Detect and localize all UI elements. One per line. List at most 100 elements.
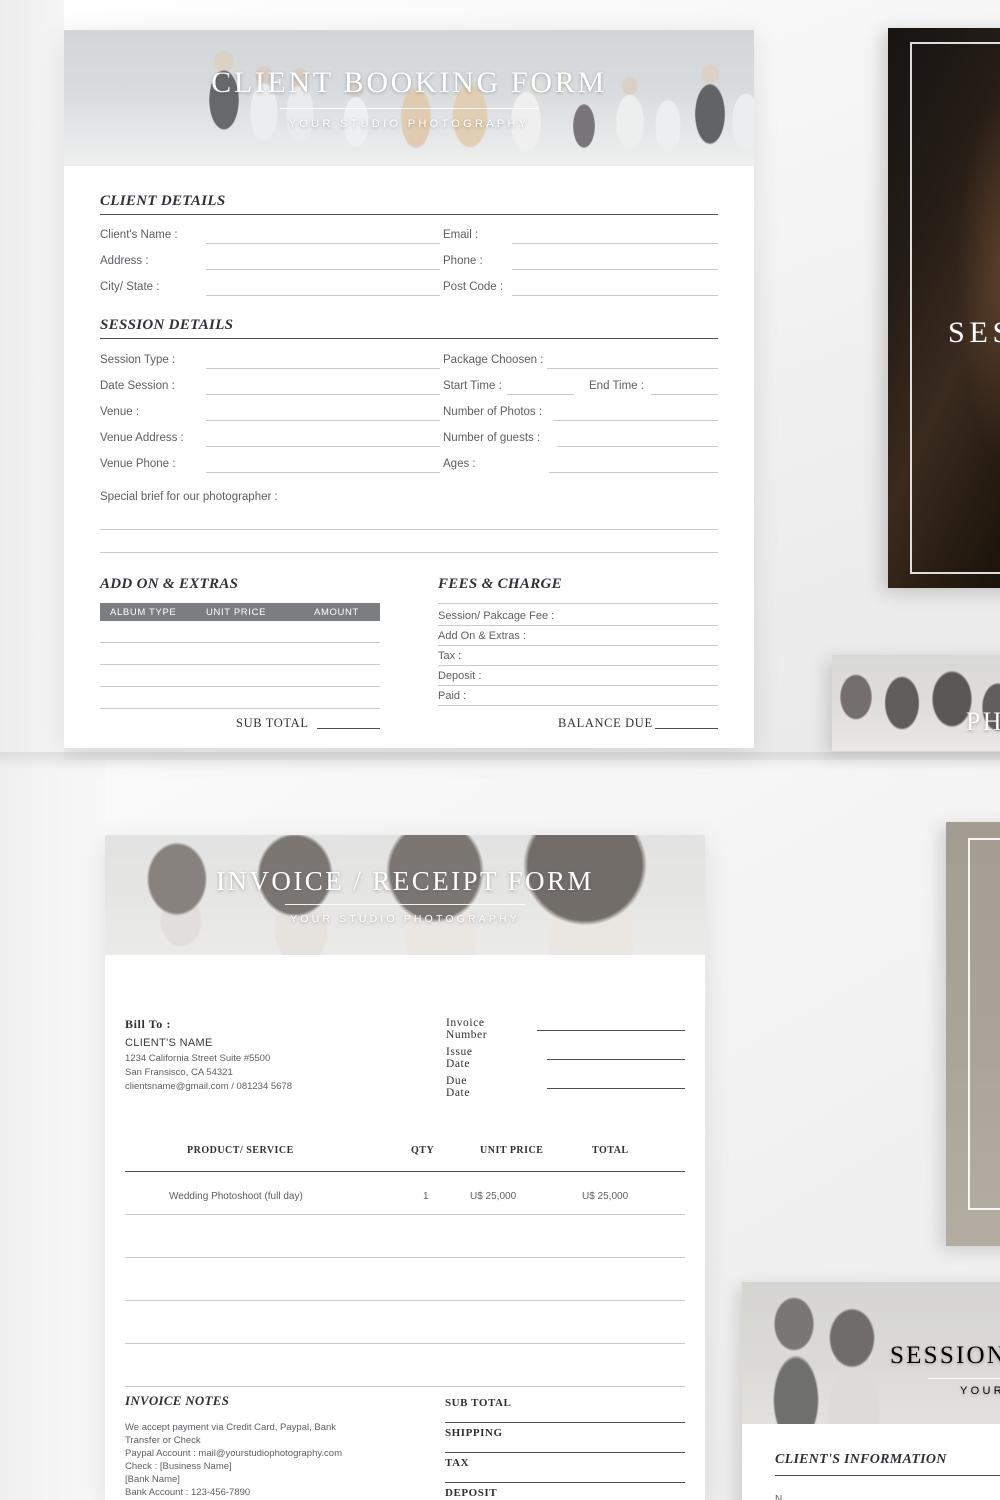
invoice-col-product-service: PRODUCT/ SERVICE: [187, 1145, 294, 1156]
field-number-of-guests-input[interactable]: [557, 446, 718, 447]
fees-balance-due-value[interactable]: [655, 728, 718, 729]
fees-row-paid-line: [438, 705, 718, 706]
invoice-notes-line-3: Paypal Account : mail@yourstudiophotogra…: [125, 1448, 343, 1459]
framed-beige-card[interactable]: [946, 822, 1000, 1246]
booking-form-banner: CLIENT BOOKING FORM YOUR STUDIO PHOTOGRA…: [64, 30, 754, 166]
field-date-session-label: Date Session :: [100, 380, 175, 392]
session-guide-card[interactable]: SESSION G YOUR STU CLIENT'S INFORMATION …: [742, 1282, 1000, 1500]
field-phone-input[interactable]: [512, 269, 718, 270]
field-ages-input[interactable]: [549, 472, 718, 473]
field-venue-input[interactable]: [206, 420, 440, 421]
add-on-row-line-1[interactable]: [100, 642, 380, 643]
add-on-sub-total-value[interactable]: [317, 728, 380, 729]
invoice-receipt-form-sheet[interactable]: INVOICE / RECEIPT FORM YOUR STUDIO PHOTO…: [105, 835, 705, 1500]
fees-row-tax-label: Tax :: [438, 650, 462, 662]
invoice-total-tax[interactable]: TAX: [445, 1453, 685, 1483]
table-row[interactable]: Wedding Photoshoot (full day) 1 U$ 25,00…: [125, 1172, 685, 1214]
bill-to-heading: Bill To :: [125, 1017, 172, 1031]
add-on-row-line-2[interactable]: [100, 664, 380, 665]
field-issue-date-input[interactable]: [547, 1059, 685, 1060]
fees-row-add-on-label: Add On & Extras :: [438, 630, 527, 642]
invoice-total-shipping-label: SHIPPING: [445, 1427, 503, 1439]
field-post-code-label: Post Code :: [443, 281, 504, 293]
booking-form-title-rule: [280, 108, 538, 109]
background-left-gutter-lower: [0, 760, 105, 1500]
field-package-choosen-label: Package Choosen :: [443, 354, 544, 366]
session-guide-banner-text: SESSION G YOUR STU: [890, 1342, 1000, 1397]
fees-row-tax[interactable]: Tax :: [438, 646, 718, 666]
fees-row-add-on[interactable]: Add On & Extras :: [438, 626, 718, 646]
field-special-brief-line-2[interactable]: [100, 552, 718, 553]
bill-to-address-line-1: 1234 California Street Suite #5500: [125, 1053, 271, 1064]
bill-to-address-line-2: San Fransisco, CA 54321: [125, 1067, 233, 1078]
bill-to-block: Bill To : CLIENT'S NAME 1234 California …: [125, 1017, 292, 1092]
fees-row-paid[interactable]: Paid :: [438, 686, 718, 706]
field-invoice-number-input[interactable]: [537, 1030, 685, 1031]
field-package-choosen-input[interactable]: [547, 368, 718, 369]
invoice-total-sub-total[interactable]: SUB TOTAL: [445, 1393, 685, 1423]
session-dark-card[interactable]: SESSION: [888, 28, 1000, 588]
add-on-col-amount: AMOUNT: [314, 606, 360, 618]
field-number-of-photos-input[interactable]: [553, 420, 718, 421]
session-details-heading: SESSION DETAILS: [100, 317, 234, 333]
invoice-notes-line-6: Bank Account : 123-456-7890: [125, 1487, 251, 1498]
field-client-name-label: Client's Name :: [100, 229, 178, 241]
session-details-rule: [100, 338, 718, 339]
invoice-totals-block: SUB TOTAL SHIPPING TAX DEPOSIT: [445, 1393, 685, 1500]
fees-top-rule: [438, 603, 718, 604]
table-row[interactable]: [125, 1343, 685, 1344]
add-on-col-album-type: ALBUM TYPE: [110, 606, 177, 618]
field-venue-phone-input[interactable]: [206, 472, 440, 473]
add-on-table-header: ALBUM TYPE UNIT PRICE AMOUNT: [100, 603, 380, 621]
table-row[interactable]: [125, 1214, 685, 1215]
table-row[interactable]: [125, 1386, 685, 1387]
field-issue-date-label: Issue Date: [446, 1046, 473, 1070]
background-seam-shadow: [0, 752, 1000, 770]
field-email-input[interactable]: [512, 243, 718, 244]
client-details-rule: [100, 214, 718, 215]
session-dark-card-border: [910, 42, 1000, 574]
field-start-time-input[interactable]: [507, 394, 574, 395]
add-on-col-unit-price: UNIT PRICE: [206, 606, 267, 618]
invoice-form-subtitle: YOUR STUDIO PHOTOGRAPHY: [290, 912, 520, 925]
client-booking-form-sheet[interactable]: CLIENT BOOKING FORM YOUR STUDIO PHOTOGRA…: [64, 30, 754, 748]
field-due-date-label: Due Date: [446, 1075, 471, 1099]
field-venue-address-label: Venue Address :: [100, 432, 184, 444]
field-city-state-label: City/ State :: [100, 281, 160, 293]
invoice-form-banner-text: INVOICE / RECEIPT FORM YOUR STUDIO PHOTO…: [105, 835, 705, 955]
field-due-date-input[interactable]: [547, 1088, 685, 1089]
invoice-col-qty: QTY: [411, 1145, 435, 1156]
field-end-time-input[interactable]: [651, 394, 718, 395]
photography-card[interactable]: PH: [832, 655, 1000, 751]
invoice-total-shipping[interactable]: SHIPPING: [445, 1423, 685, 1453]
invoice-form-title: INVOICE / RECEIPT FORM: [216, 865, 594, 896]
field-date-session-input[interactable]: [206, 394, 440, 395]
field-post-code-input[interactable]: [512, 295, 718, 296]
fees-row-deposit[interactable]: Deposit :: [438, 666, 718, 686]
invoice-col-total: TOTAL: [592, 1145, 629, 1156]
field-end-time-label: End Time :: [589, 380, 644, 392]
add-on-sub-total-label: SUB TOTAL: [236, 716, 309, 730]
fees-row-session-fee[interactable]: Session/ Pakcage Fee :: [438, 606, 718, 626]
field-special-brief-line-1[interactable]: [100, 529, 718, 530]
table-row[interactable]: [125, 1300, 685, 1301]
invoice-total-deposit[interactable]: DEPOSIT: [445, 1483, 685, 1500]
field-venue-label: Venue :: [100, 406, 140, 418]
field-start-time-label: Start Time :: [443, 380, 502, 392]
field-city-state-input[interactable]: [206, 295, 440, 296]
add-on-row-line-4[interactable]: [100, 708, 380, 709]
invoice-total-tax-label: TAX: [445, 1457, 470, 1469]
invoice-row-product: Wedding Photoshoot (full day): [169, 1191, 303, 1202]
field-venue-address-input[interactable]: [206, 446, 440, 447]
session-guide-subtitle: YOUR STU: [960, 1385, 1000, 1397]
fees-charge-heading: FEES & CHARGE: [438, 576, 562, 592]
field-client-name-input[interactable]: [206, 243, 440, 244]
invoice-form-banner: INVOICE / RECEIPT FORM YOUR STUDIO PHOTO…: [105, 835, 705, 955]
invoice-notes-line-1: We accept payment via Credit Card, Paypa…: [125, 1422, 337, 1433]
field-session-type-input[interactable]: [206, 368, 440, 369]
table-row[interactable]: [125, 1257, 685, 1258]
field-ages-label: Ages :: [443, 458, 476, 470]
booking-form-banner-text: CLIENT BOOKING FORM YOUR STUDIO PHOTOGRA…: [64, 30, 754, 166]
field-address-input[interactable]: [206, 269, 440, 270]
add-on-row-line-3[interactable]: [100, 686, 380, 687]
